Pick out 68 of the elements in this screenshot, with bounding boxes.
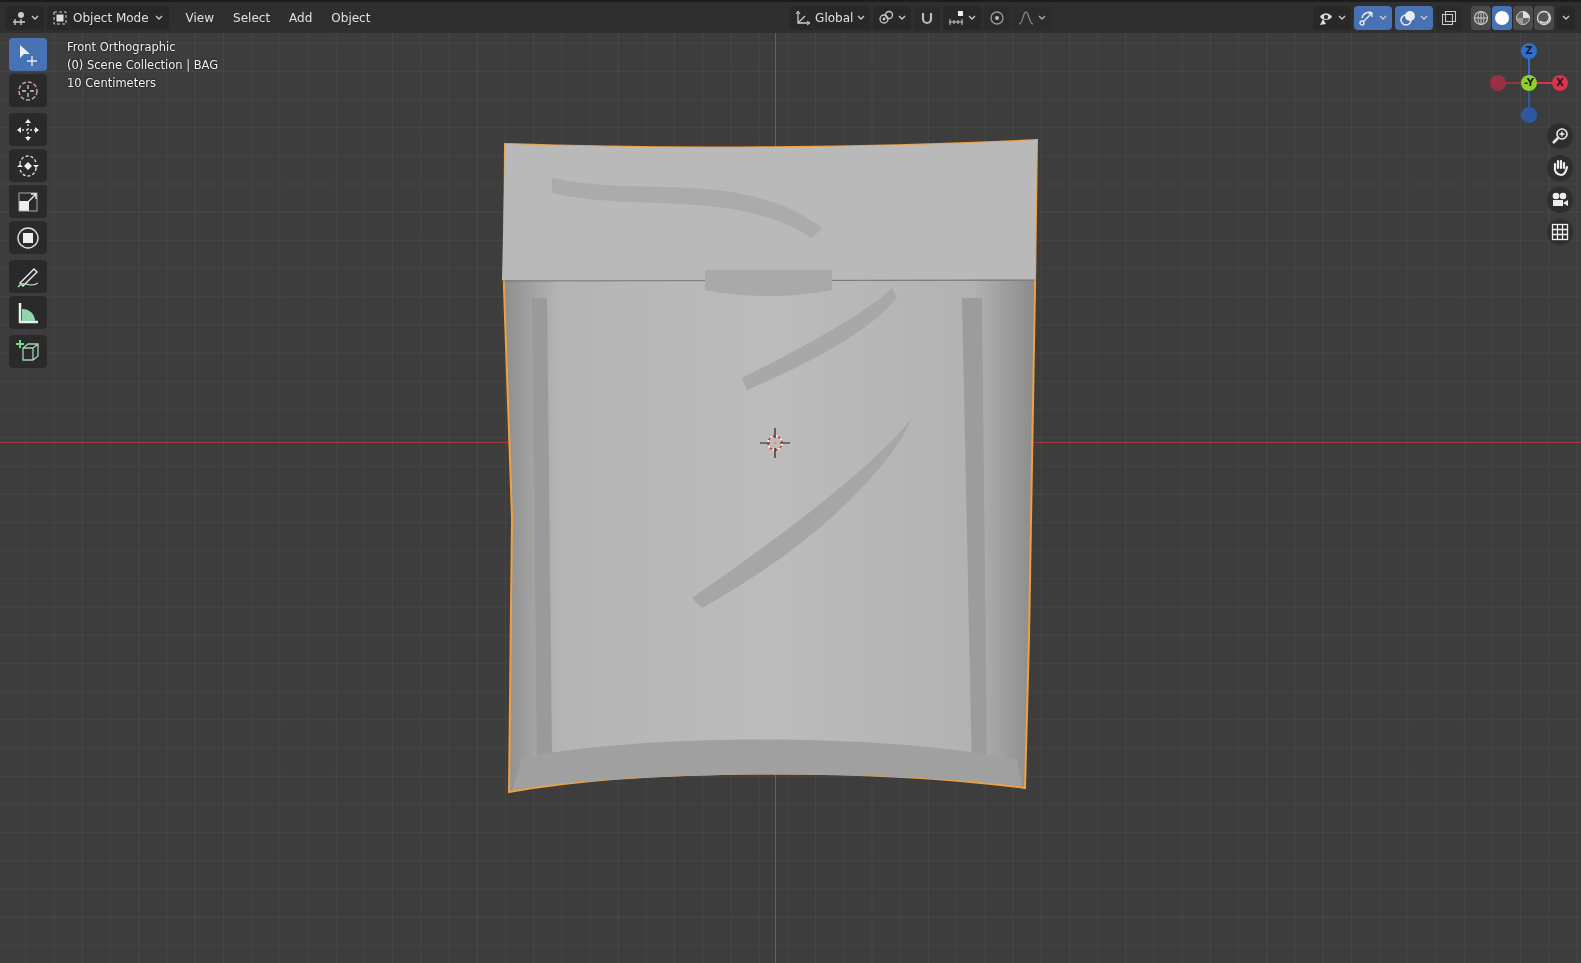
orientation-dropdown[interactable]: Global bbox=[790, 5, 871, 30]
tool-button[interactable] bbox=[9, 260, 47, 293]
grid-view-button[interactable] bbox=[1547, 219, 1573, 245]
caret-icon bbox=[1038, 14, 1047, 21]
caret-icon bbox=[1420, 14, 1428, 21]
camera-icon bbox=[1551, 191, 1569, 209]
caret-icon bbox=[1379, 14, 1387, 21]
menu-item[interactable]: Object bbox=[323, 6, 379, 29]
tool-button[interactable] bbox=[9, 149, 47, 182]
axis-button[interactable]: -Y bbox=[1521, 75, 1537, 91]
editor-type-button[interactable] bbox=[6, 5, 44, 30]
mode-dropdown[interactable]: Object Mode bbox=[47, 5, 169, 30]
visibility-dropdown[interactable] bbox=[1313, 5, 1351, 30]
tool-button[interactable] bbox=[9, 335, 47, 368]
magnifier-icon bbox=[1551, 127, 1569, 145]
overlays-toggle[interactable] bbox=[1395, 5, 1433, 30]
menu-item[interactable]: Select bbox=[225, 6, 279, 29]
proportional-edit-toggle[interactable] bbox=[984, 5, 1011, 30]
viewport-info-text: Front Orthographic bbox=[67, 39, 177, 55]
pivot-dropdown[interactable] bbox=[873, 5, 912, 30]
wireframe-sphere-icon bbox=[1473, 9, 1489, 26]
menu-item[interactable]: Add bbox=[281, 6, 321, 29]
pivot-icon bbox=[878, 9, 895, 26]
increment-icon bbox=[948, 9, 965, 26]
axis-button[interactable]: X bbox=[1552, 75, 1568, 91]
hand-icon bbox=[1551, 159, 1569, 177]
snap-toggle[interactable] bbox=[914, 5, 941, 30]
3d-cursor-icon bbox=[760, 428, 790, 458]
snap-target-dropdown[interactable] bbox=[943, 5, 982, 30]
gizmo-toggle[interactable] bbox=[1354, 5, 1392, 30]
grid-icon bbox=[1551, 223, 1569, 241]
axis-button[interactable]: Z bbox=[1521, 43, 1537, 59]
object-icon bbox=[53, 10, 67, 25]
xray-icon bbox=[1441, 9, 1457, 26]
caret-icon bbox=[898, 14, 907, 21]
tool-button[interactable] bbox=[9, 296, 47, 329]
viewport-icon bbox=[11, 9, 27, 26]
shading-button[interactable] bbox=[1534, 5, 1554, 30]
caret-icon bbox=[1562, 14, 1570, 21]
tool-button[interactable] bbox=[9, 113, 47, 146]
viewport-info-text: 10 Centimeters bbox=[67, 75, 157, 91]
menu-item[interactable]: View bbox=[177, 6, 223, 29]
caret-icon bbox=[1338, 14, 1346, 21]
camera-button[interactable] bbox=[1547, 187, 1573, 213]
tool-button[interactable] bbox=[9, 221, 47, 254]
xray-toggle[interactable] bbox=[1436, 5, 1462, 30]
tool-button[interactable] bbox=[9, 74, 47, 107]
gizmo-icon bbox=[1359, 9, 1375, 26]
overlays-icon bbox=[1400, 9, 1416, 26]
caret-icon bbox=[31, 14, 39, 21]
caret-icon bbox=[857, 14, 866, 21]
tool-button[interactable] bbox=[9, 185, 47, 218]
zoom-button[interactable] bbox=[1547, 123, 1573, 149]
caret-icon bbox=[968, 14, 977, 21]
shading-button[interactable] bbox=[1492, 5, 1512, 30]
shading-button[interactable] bbox=[1471, 5, 1491, 30]
axis-dot[interactable] bbox=[1490, 75, 1506, 91]
pan-button[interactable] bbox=[1547, 155, 1573, 181]
axes-icon bbox=[795, 9, 812, 26]
axis-dot[interactable] bbox=[1521, 107, 1537, 123]
viewport-info-text: (0) Scene Collection | BAG bbox=[67, 57, 219, 73]
solid-sphere-icon bbox=[1494, 9, 1510, 26]
caret-icon bbox=[154, 14, 163, 21]
rendered-sphere-icon bbox=[1536, 9, 1552, 26]
shading-button[interactable] bbox=[1513, 5, 1533, 30]
material-sphere-icon bbox=[1515, 9, 1531, 26]
falloff-curve-icon bbox=[1018, 9, 1035, 26]
proportional-icon bbox=[989, 9, 1006, 26]
